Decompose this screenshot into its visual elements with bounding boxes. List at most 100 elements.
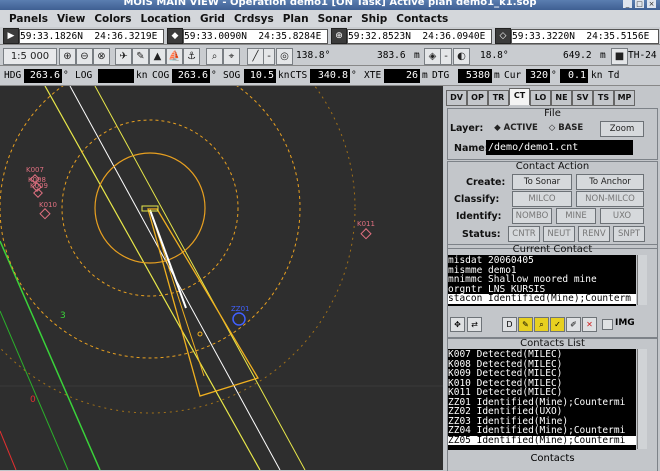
tab-ts[interactable]: TS [593,90,614,106]
range-1-unit: m [414,50,420,61]
zoom-area-icon[interactable]: ⊗ [93,48,110,65]
menu-plan[interactable]: Plan [283,13,309,25]
hdg-value: 263.6 [24,69,62,83]
sonar-position-icon[interactable]: ⊕ [331,28,347,44]
layer-label: Layer: [450,123,484,134]
maximize-icon[interactable]: □ [635,0,644,8]
cursor-position-icon[interactable]: ▶ [3,28,19,44]
range-bearing-1-icon[interactable]: ╱ [247,48,264,65]
contact-action-title: Contact Action [515,161,590,172]
contacts-list[interactable]: K007 Detected(MILEC) K008 Detected(MILEC… [448,349,636,450]
tab-sv[interactable]: SV [572,90,593,106]
contact-k011[interactable]: K011 [357,220,375,240]
contact-delete-icon[interactable]: ✕ [582,317,597,332]
range-bearing-2-menu-icon[interactable]: - [440,48,452,65]
contact-move-icon[interactable]: ✥ [450,317,465,332]
tab-lo[interactable]: LO [530,90,551,106]
sonar-position-readout: 59:32.8523N 24:36.0940E [347,29,492,44]
list-item-selected[interactable]: ZZ05 Identified(Mine);Countermi [448,435,636,445]
measure-icon[interactable]: ⌖ [223,48,240,65]
zoom-in-icon[interactable]: ⊕ [59,48,76,65]
uxo-button[interactable]: UXO [600,208,644,224]
tab-mp[interactable]: MP [614,90,635,106]
dtg-label: DTG [432,70,450,81]
renv-button[interactable]: RENV [578,226,610,242]
to-anchor-button[interactable]: To Anchor [576,174,644,190]
tab-op[interactable]: OP [467,90,488,106]
layer-base-radio[interactable]: ◇ BASE [544,121,588,135]
neut-button[interactable]: NEUT [543,226,575,242]
menu-crdsys[interactable]: Crdsys [234,13,274,25]
chart-toolbar: 1:5 000 ⊕ ⊖ ⊗ ✈ ✎ ▲ ⛵ ⚓ ⌕ ⌖ ╱ - ◎ 138.8°… [0,45,660,66]
waypoint-bearing-icon[interactable]: ◐ [453,48,470,65]
contacts-list-scrollbar[interactable] [637,349,647,449]
range-2-unit: m [600,50,606,61]
sector-line-label: 0 [30,395,36,405]
contact-link-icon[interactable]: ⇄ [467,317,482,332]
menu-bar: Panels View Colors Location Grid Crdsys … [0,10,660,28]
tab-ct[interactable]: CT [509,88,530,105]
contact-k009[interactable]: K009 [30,182,48,198]
to-sonar-button[interactable]: To Sonar [512,174,572,190]
contact-edit-icon[interactable]: ✎ [518,317,533,332]
layer-active-radio[interactable]: ◆ ACTIVE [490,121,542,135]
chart-canvas[interactable]: K007 K008 K009 K010 K011 ZZ01 3 0 [0,86,443,470]
range-bearing-2-icon[interactable]: ◈ [424,48,441,65]
cur-unit: ° [551,70,557,81]
sonar-lat: 59:32.8523N [348,31,411,42]
contact-zz01[interactable]: ZZ01 [231,305,250,326]
current-contact-text[interactable]: misdat 20060405 mismme demo1 mnimmc Shal… [448,255,636,306]
center-ship-icon[interactable]: ✈ [115,48,132,65]
menu-panels[interactable]: Panels [9,13,48,25]
active-label: ACTIVE [503,123,538,133]
cntr-button[interactable]: CNTR [508,226,540,242]
range-ring-inner [94,152,206,264]
ship-position-icon[interactable]: ◆ [167,28,183,44]
sonar-bearing-icon[interactable]: ◎ [276,48,293,65]
nombo-button[interactable]: NOMBO [512,208,552,224]
find-icon[interactable]: ⌕ [206,48,223,65]
minimize-icon[interactable]: _ [623,0,632,8]
menu-colors[interactable]: Colors [94,13,131,25]
anchor-icon[interactable]: ⚓ [183,48,200,65]
menu-sonar[interactable]: Sonar [318,13,353,25]
ship-layer-icon[interactable]: ⛵ [166,48,183,65]
contacts-footer: Contacts [530,453,575,464]
close-icon[interactable]: × [647,0,656,8]
tab-ne[interactable]: NE [551,90,572,106]
contact-pencil-icon[interactable]: ✐ [566,317,581,332]
waypoint-position-icon[interactable]: ◇ [495,28,511,44]
range-2-value: 649.2 [563,50,592,61]
file-name-field[interactable]: /demo/demo1.cnt [486,140,633,155]
contact-scrollbar[interactable] [637,255,647,305]
contact-k010[interactable]: K010 [39,201,57,220]
menu-contacts[interactable]: Contacts [396,13,448,25]
contact-layer-icon[interactable]: ▲ [149,48,166,65]
mine-button[interactable]: MINE [556,208,596,224]
edit-icon[interactable]: ✎ [132,48,149,65]
contact-find-icon[interactable]: ⌕ [534,317,549,332]
menu-ship[interactable]: Ship [361,13,387,25]
log-value [98,69,134,83]
td-label: Td [608,70,620,81]
track-toggle-icon[interactable]: ■ [611,48,628,65]
range-bearing-1-menu-icon[interactable]: - [263,48,275,65]
menu-view[interactable]: View [57,13,85,25]
classify-label: Classify: [454,194,500,205]
snpt-button[interactable]: SNPT [613,226,645,242]
menu-grid[interactable]: Grid [200,13,225,25]
non-milco-button[interactable]: NON-MILCO [576,191,644,207]
chart-map[interactable]: K007 K008 K009 K010 K011 ZZ01 3 0 [0,86,443,470]
contact-document-icon[interactable]: D [502,317,517,332]
milco-button[interactable]: MILCO [512,191,572,207]
scale-select[interactable]: 1:5 000 [3,48,57,65]
menu-location[interactable]: Location [141,13,192,25]
contact-mark-icon[interactable]: ✓ [550,317,565,332]
zoom-button[interactable]: Zoom [600,121,644,137]
ship-heading-line [149,209,187,309]
tab-tr[interactable]: TR [488,90,509,106]
tab-dv[interactable]: DV [446,90,467,106]
zoom-out-icon[interactable]: ⊖ [76,48,93,65]
img-checkbox[interactable] [602,319,613,330]
sector-line-label: 3 [60,311,66,321]
